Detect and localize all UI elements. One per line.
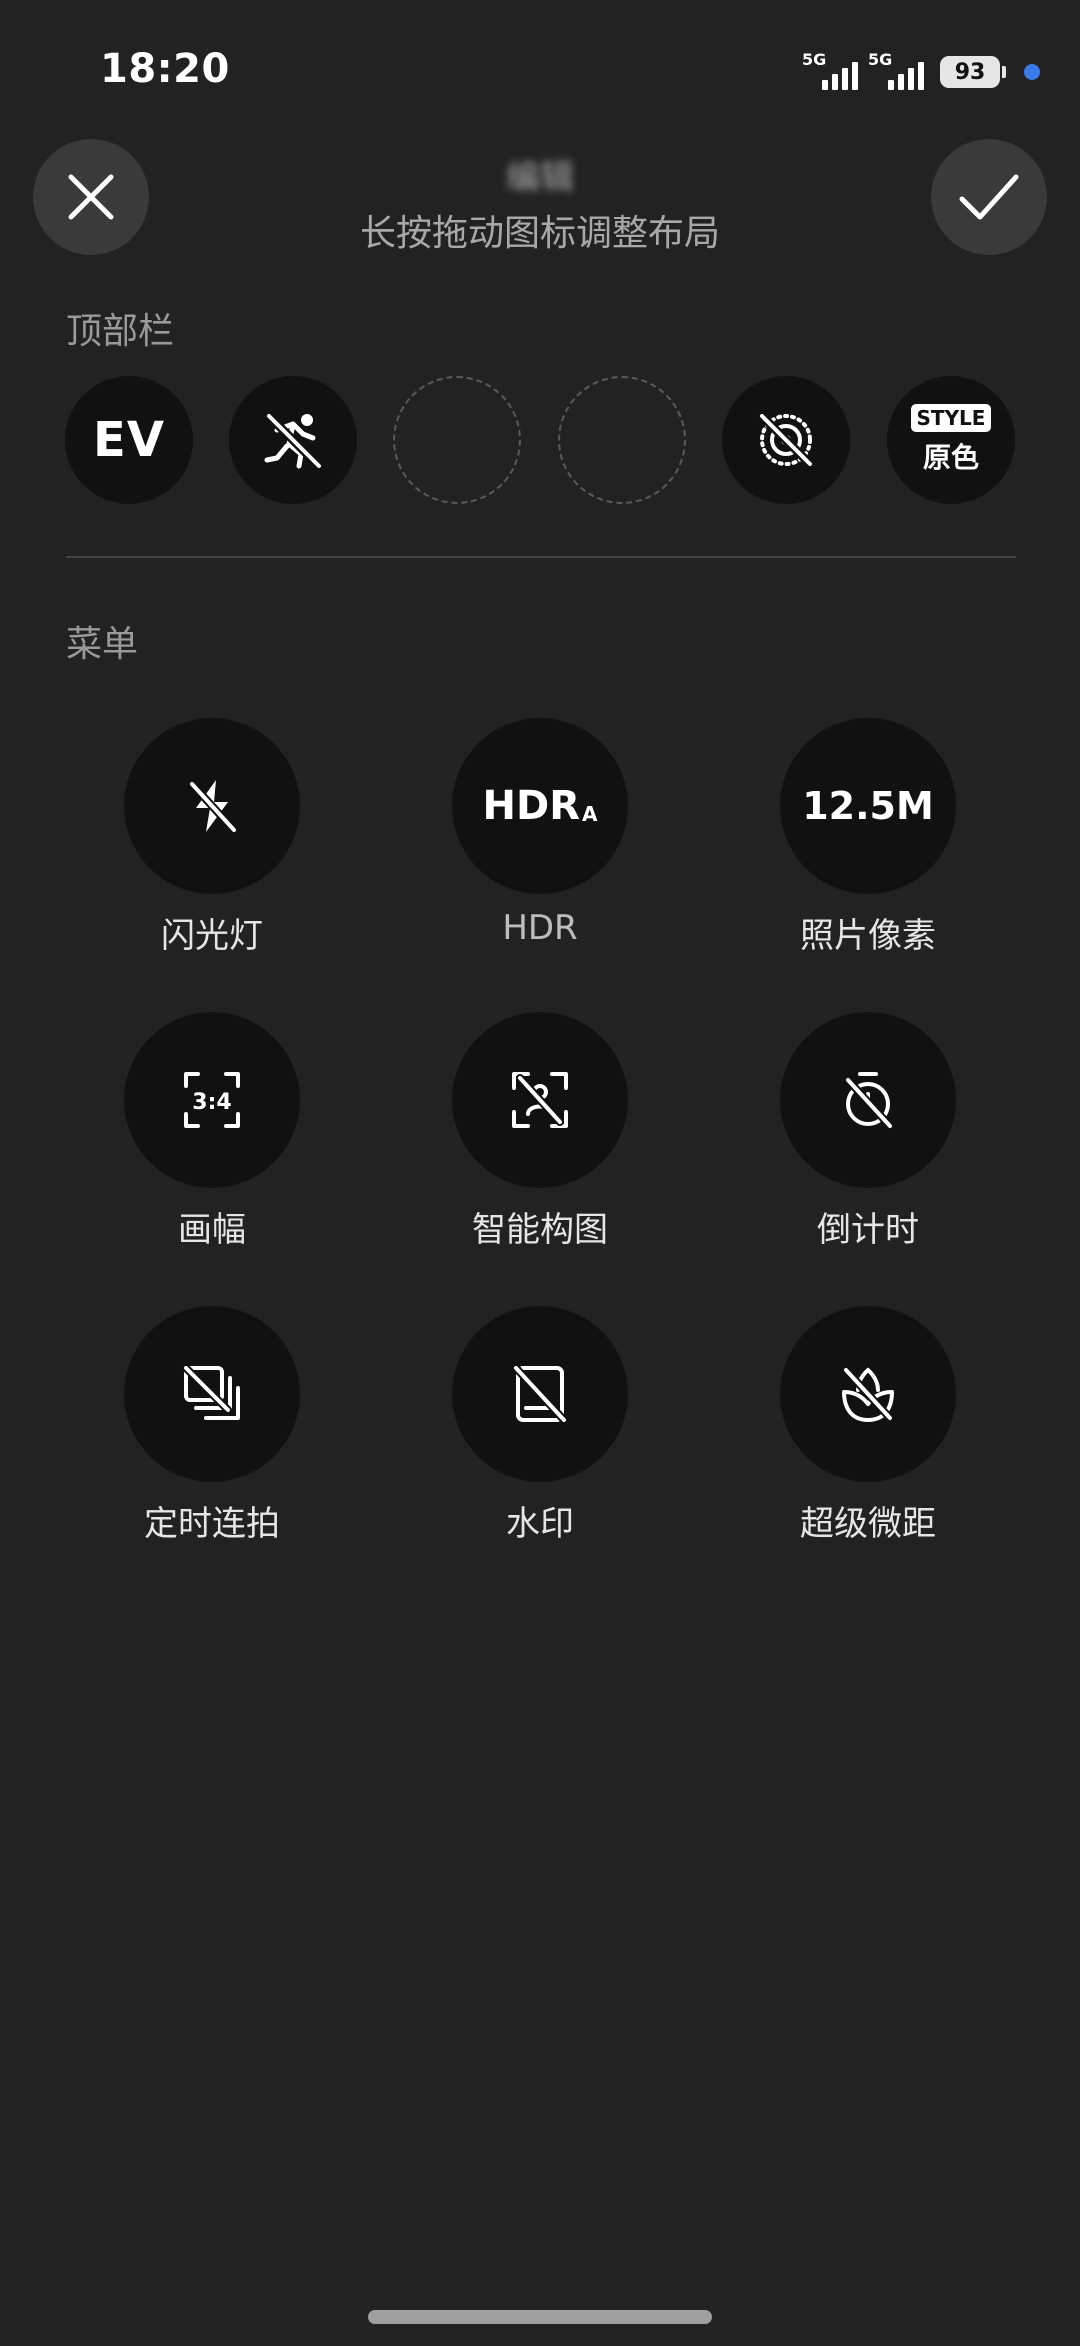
menu-item-flash[interactable]: 闪光灯 [82,718,342,958]
timer-off-icon [844,1072,894,1130]
menu-item-burst[interactable]: 定时连拍 [82,1306,342,1546]
home-indicator[interactable] [368,2310,712,2324]
menu-item-smart-composition[interactable]: 智能构图 [410,1012,670,1252]
top-slot-empty[interactable] [393,376,521,504]
menu-item-hdr[interactable]: HDR A HDR [410,718,670,958]
menu-item-super-macro[interactable]: 超级微距 [738,1306,998,1546]
signal-icon: 5G [868,50,924,92]
flash-off-icon [188,780,238,834]
menu-item-label: 超级微距 [800,1504,936,1544]
menu-item-label: 水印 [506,1504,574,1544]
signal-icon: 5G [802,50,858,92]
battery-icon: 93 [940,56,1006,88]
top-slot-ev[interactable]: EV [65,376,193,504]
svg-text:3:4: 3:4 [192,1090,231,1115]
menu-item-label: 闪光灯 [161,916,263,956]
resolution-icon: 12.5M [802,784,934,828]
top-slot-style[interactable]: STYLE 原色 [887,376,1015,504]
top-slot-live-photo[interactable] [722,376,850,504]
menu-section-label: 菜单 [66,624,139,665]
menu-item-resolution[interactable]: 12.5M 照片像素 [738,718,998,958]
motion-off-icon [264,411,324,471]
notification-dot [1024,64,1040,80]
live-photo-off-icon [757,411,815,469]
camera-layout-editor: 18:20 5G 5G 93 编辑 长按拖动图标调整布局 顶部栏 EV STYL… [0,0,1080,2346]
menu-item-timer[interactable]: 倒计时 [738,1012,998,1252]
menu-item-label: 智能构图 [472,1210,608,1250]
menu-item-label: 照片像素 [800,916,936,956]
style-name: 原色 [922,441,979,474]
status-time: 18:20 [100,46,230,92]
menu-item-watermark[interactable]: 水印 [410,1306,670,1546]
top-slot-motion[interactable] [229,376,357,504]
section-divider [66,556,1016,558]
burst-off-icon [182,1364,240,1420]
top-slot-empty[interactable] [558,376,686,504]
menu-item-label: 定时连拍 [144,1504,280,1544]
aspect-ratio-icon: 3:4 [184,1072,240,1128]
check-icon [959,174,1019,220]
menu-item-label: 画幅 [178,1210,246,1250]
ev-label: EV [93,412,165,468]
hdr-icon: HDR A [482,783,598,829]
smart-composition-off-icon [512,1072,568,1128]
status-icons: 5G 5G 93 [802,50,1040,92]
layout-hint: 长按拖动图标调整布局 [359,213,720,254]
style-tag: STYLE [910,404,992,432]
style-filter-icon: STYLE 原色 [910,404,992,476]
confirm-button[interactable] [931,139,1047,255]
status-bar: 18:20 5G 5G 93 [0,0,1080,140]
menu-item-label: 倒计时 [817,1210,919,1250]
watermark-off-icon [512,1364,568,1424]
macro-off-icon [842,1366,894,1422]
menu-item-label: HDR [502,908,578,948]
top-bar-slots: EV STYLE 原色 [65,376,1015,504]
top-bar-section-label: 顶部栏 [66,311,175,352]
page-title: 编辑 [506,158,574,198]
menu-item-aspect-ratio[interactable]: 3:4 画幅 [82,1012,342,1252]
